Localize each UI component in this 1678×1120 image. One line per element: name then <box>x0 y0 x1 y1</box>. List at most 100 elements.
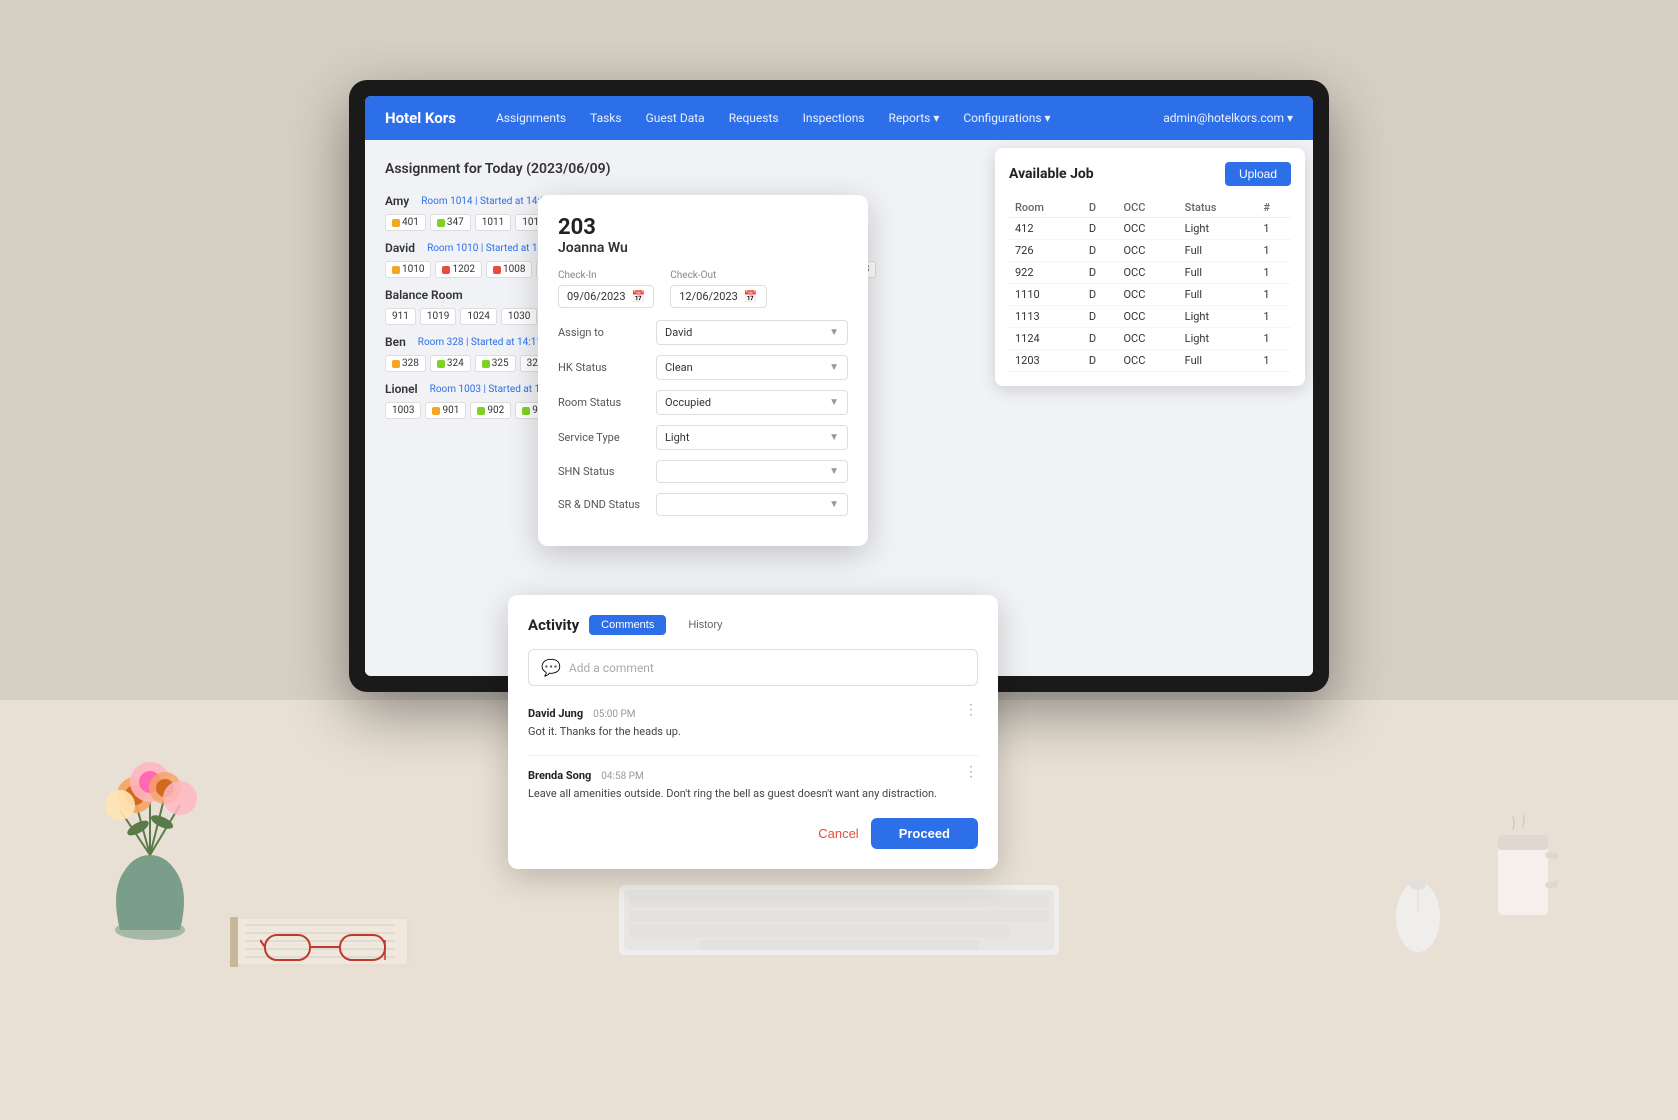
page-title: Assignment for Today (2023/06/09) <box>385 161 611 177</box>
checkin-input[interactable]: 09/06/2023 📅 <box>558 285 654 308</box>
nav-requests[interactable]: Requests <box>729 111 779 125</box>
list-item[interactable]: 1008 <box>486 261 532 278</box>
job-room: 1124 <box>1009 328 1083 350</box>
job-status: Light <box>1179 306 1258 328</box>
table-row[interactable]: 726 D OCC Full 1 <box>1009 240 1291 262</box>
chevron-down-icon-3: ▼ <box>829 397 839 408</box>
table-row[interactable]: 1124 D OCC Light 1 <box>1009 328 1291 350</box>
service-type-select[interactable]: Light ▼ <box>656 425 848 450</box>
tab-comments[interactable]: Comments <box>589 615 666 635</box>
upload-button[interactable]: Upload <box>1225 162 1291 186</box>
hk-status-value: Clean <box>665 361 693 374</box>
list-item[interactable]: 1019 <box>420 308 456 325</box>
checkin-label: Check-In <box>558 270 654 281</box>
job-status: Light <box>1179 328 1258 350</box>
job-count: 1 <box>1257 240 1291 262</box>
checkout-input[interactable]: 12/06/2023 📅 <box>670 285 766 308</box>
more-options-icon-2[interactable]: ⋮ <box>964 764 978 780</box>
comment-input-area[interactable]: 💬 Add a comment <box>528 649 978 686</box>
nav-inspections[interactable]: Inspections <box>803 111 865 125</box>
job-occ: OCC <box>1117 350 1178 372</box>
sr-dnd-select[interactable]: ▼ <box>656 493 848 516</box>
nav-tasks[interactable]: Tasks <box>590 111 622 125</box>
checkin-value: 09/06/2023 <box>567 290 626 303</box>
list-item[interactable]: 1202 <box>435 261 481 278</box>
col-room: Room <box>1009 198 1083 218</box>
job-d: D <box>1083 350 1118 372</box>
service-type-value: Light <box>665 431 689 444</box>
hk-status-select[interactable]: Clean ▼ <box>656 355 848 380</box>
room-status-label: Room Status <box>558 396 648 409</box>
calendar-icon: 📅 <box>632 290 646 303</box>
job-d: D <box>1083 262 1118 284</box>
cancel-button[interactable]: Cancel <box>818 818 858 849</box>
nav-reports[interactable]: Reports ▾ <box>889 111 940 125</box>
comment-author-1: David Jung <box>528 707 583 720</box>
table-row[interactable]: 412 D OCC Light 1 <box>1009 218 1291 240</box>
tab-history[interactable]: History <box>676 615 734 635</box>
table-row[interactable]: 1113 D OCC Light 1 <box>1009 306 1291 328</box>
job-occ: OCC <box>1117 328 1178 350</box>
amy-room-info: Room 1014 | Started at 14:06 <box>421 196 551 207</box>
comment-icon: 💬 <box>541 658 561 677</box>
list-item[interactable]: 347 <box>430 214 471 231</box>
job-status: Full <box>1179 350 1258 372</box>
comment-placeholder: Add a comment <box>569 661 654 675</box>
david-name: David <box>385 241 415 255</box>
job-count: 1 <box>1257 218 1291 240</box>
job-room: 412 <box>1009 218 1083 240</box>
comment-time-1: 05:00 PM <box>593 709 635 720</box>
comment-author-2: Brenda Song <box>528 769 591 782</box>
job-status: Full <box>1179 262 1258 284</box>
more-options-icon-1[interactable]: ⋮ <box>964 702 978 718</box>
list-item[interactable]: 1024 <box>460 308 496 325</box>
list-item[interactable]: 1030 <box>501 308 537 325</box>
nav-guest-data[interactable]: Guest Data <box>646 111 705 125</box>
col-d: D <box>1083 198 1118 218</box>
shn-status-select[interactable]: ▼ <box>656 460 848 483</box>
chevron-down-icon-2: ▼ <box>829 362 839 373</box>
list-item[interactable]: 328 <box>385 355 426 372</box>
comment-brenda: Brenda Song 04:58 PM ⋮ Leave all ameniti… <box>528 764 978 803</box>
job-count: 1 <box>1257 306 1291 328</box>
list-item[interactable]: 901 <box>425 402 466 419</box>
job-count: 1 <box>1257 328 1291 350</box>
nav-configurations[interactable]: Configurations ▾ <box>963 111 1050 125</box>
job-occ: OCC <box>1117 262 1178 284</box>
list-item[interactable]: 902 <box>470 402 511 419</box>
room-status-select[interactable]: Occupied ▼ <box>656 390 848 415</box>
table-row[interactable]: 922 D OCC Full 1 <box>1009 262 1291 284</box>
job-count: 1 <box>1257 350 1291 372</box>
list-item[interactable]: 1010 <box>385 261 431 278</box>
list-item[interactable]: 324 <box>430 355 471 372</box>
list-item[interactable]: 401 <box>385 214 426 231</box>
balance-name: Balance Room <box>385 288 463 302</box>
list-item[interactable]: 1011 <box>475 214 511 231</box>
chevron-down-icon-4: ▼ <box>829 432 839 443</box>
job-table: Room D OCC Status # 412 D OCC Light 1 <box>1009 198 1291 372</box>
assign-to-select[interactable]: David ▼ <box>656 320 848 345</box>
table-row[interactable]: 1110 D OCC Full 1 <box>1009 284 1291 306</box>
nav-assignments[interactable]: Assignments <box>496 111 566 125</box>
job-occ: OCC <box>1117 240 1178 262</box>
table-row[interactable]: 1203 D OCC Full 1 <box>1009 350 1291 372</box>
list-item[interactable]: 1003 <box>385 402 421 419</box>
list-item[interactable]: 325 <box>475 355 516 372</box>
activity-title: Activity <box>528 616 579 634</box>
list-item[interactable]: 911 <box>385 308 416 325</box>
col-occ: OCC <box>1117 198 1178 218</box>
job-count: 1 <box>1257 284 1291 306</box>
checkout-value: 12/06/2023 <box>679 290 738 303</box>
job-d: D <box>1083 284 1118 306</box>
job-room: 922 <box>1009 262 1083 284</box>
job-count: 1 <box>1257 262 1291 284</box>
nav-admin[interactable]: admin@hotelkors.com ▾ <box>1163 111 1293 125</box>
job-occ: OCC <box>1117 306 1178 328</box>
proceed-button[interactable]: Proceed <box>871 818 978 849</box>
room-number: 203 <box>558 215 848 240</box>
hk-status-label: HK Status <box>558 361 648 374</box>
comment-david: David Jung 05:00 PM ⋮ Got it. Thanks for… <box>528 702 978 741</box>
job-d: D <box>1083 328 1118 350</box>
job-occ: OCC <box>1117 218 1178 240</box>
job-room: 1113 <box>1009 306 1083 328</box>
